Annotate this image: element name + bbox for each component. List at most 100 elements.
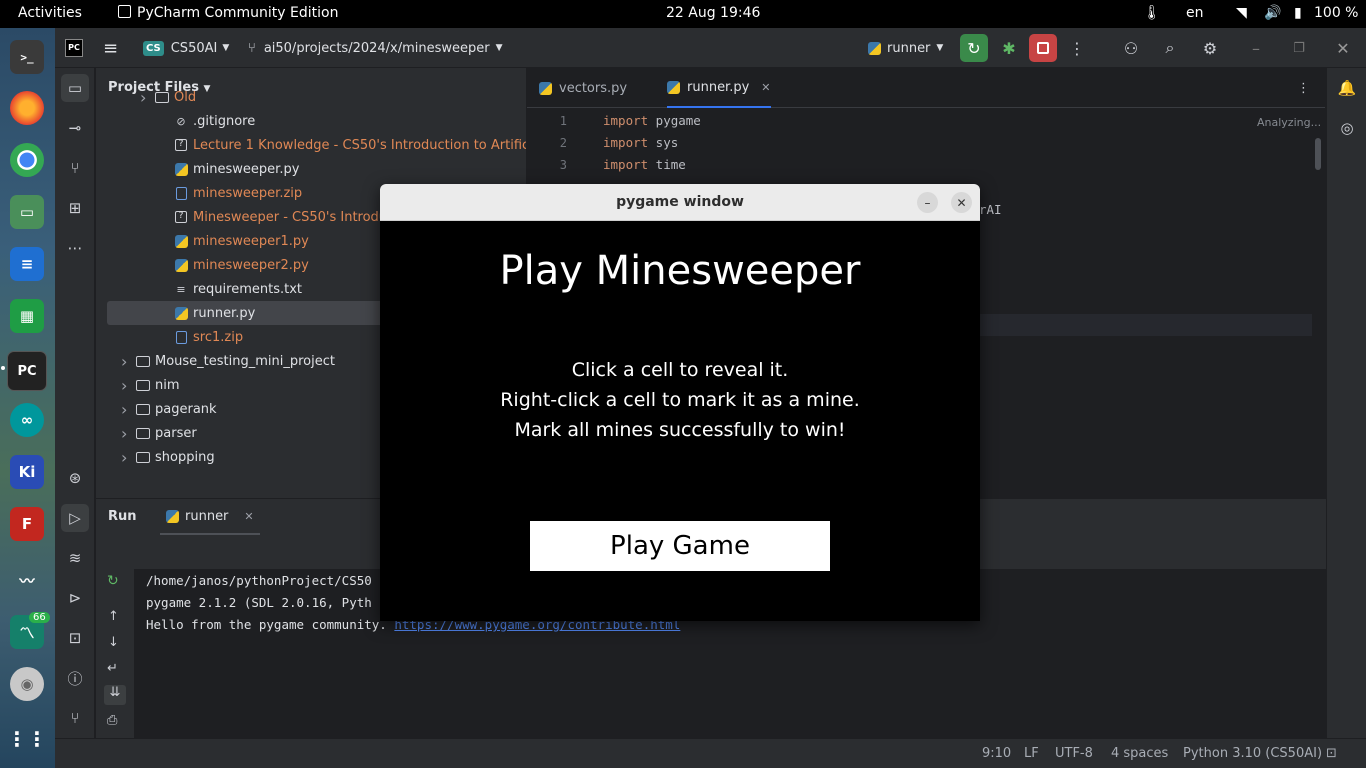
run-icon[interactable]: ▷: [61, 504, 89, 532]
minimize-icon[interactable]: –: [1242, 34, 1270, 62]
chevron-right-icon[interactable]: ›: [121, 352, 135, 371]
problems-icon[interactable]: ⓘ: [61, 664, 89, 692]
debug-icon[interactable]: ✱: [995, 34, 1023, 62]
python-icon: [667, 80, 680, 94]
activities-button[interactable]: Activities: [18, 5, 82, 21]
tree-file[interactable]: src1.zip: [159, 325, 243, 349]
chevron-right-icon[interactable]: ›: [121, 424, 135, 443]
battery-percent: 100 %: [1314, 5, 1359, 21]
caret-position[interactable]: 9:10: [982, 746, 1011, 761]
tree-file[interactable]: minesweeper1.py: [159, 229, 309, 253]
chromium-icon[interactable]: [10, 143, 44, 177]
close-tab-icon[interactable]: ✕: [244, 510, 253, 523]
more-actions-icon[interactable]: ⋮: [1063, 34, 1091, 62]
pygame-canvas[interactable]: Play Minesweeper Click a cell to reveal …: [380, 221, 980, 621]
disk-icon[interactable]: ◉: [10, 667, 44, 701]
firefox-icon[interactable]: [10, 91, 44, 125]
tab-options-icon[interactable]: ⋮: [1297, 68, 1310, 108]
lock-icon[interactable]: ⊡: [1326, 746, 1337, 761]
running-indicator: [1, 366, 5, 370]
system-monitor-icon[interactable]: 〰: [10, 563, 44, 597]
kicad-icon[interactable]: Ki: [10, 455, 44, 489]
chevron-right-icon[interactable]: ›: [121, 376, 135, 395]
rerun-icon[interactable]: ↻: [960, 34, 988, 62]
scroll-to-end-icon[interactable]: ⇊: [104, 685, 126, 705]
notifications-icon[interactable]: 🔔: [1333, 74, 1361, 102]
volume-icon[interactable]: 🔊: [1264, 5, 1281, 21]
wifi-icon[interactable]: ◥: [1236, 5, 1247, 21]
add-user-icon[interactable]: ⚇: [1117, 34, 1145, 62]
tree-file[interactable]: ? Lecture 1 Knowledge - CS50's Introducti…: [159, 133, 526, 157]
maximize-icon[interactable]: ❐: [1285, 34, 1313, 62]
battery-icon[interactable]: ▮: [1294, 5, 1302, 21]
tree-folder[interactable]: › nim: [121, 373, 180, 397]
tree-item-label: Mouse_testing_mini_project: [155, 353, 335, 369]
pycharm-icon[interactable]: PC: [7, 351, 47, 391]
scroll-up-icon[interactable]: ↑: [108, 609, 119, 624]
tree-file[interactable]: ≡ requirements.txt: [159, 277, 302, 301]
analyzing-status: Analyzing...: [1257, 116, 1322, 129]
calc-icon[interactable]: ▦: [10, 299, 44, 333]
tree-folder[interactable]: › shopping: [121, 445, 215, 469]
commit-icon[interactable]: ⊸: [61, 114, 89, 142]
editor-scrollbar[interactable]: [1315, 138, 1321, 170]
git-icon[interactable]: ⑂: [61, 704, 89, 732]
chevron-right-icon[interactable]: ›: [140, 88, 154, 107]
chevron-right-icon[interactable]: ›: [121, 448, 135, 467]
tree-folder[interactable]: › parser: [121, 421, 197, 445]
freecad-icon[interactable]: F: [10, 507, 44, 541]
tree-file[interactable]: minesweeper.zip: [159, 181, 302, 205]
soft-wrap-icon[interactable]: ↵: [107, 661, 118, 676]
tree-folder[interactable]: › Mouse_testing_mini_project: [121, 349, 335, 373]
pygame-titlebar[interactable]: pygame window – ✕: [380, 184, 980, 221]
indent-setting[interactable]: 4 spaces: [1111, 746, 1168, 761]
keyboard-language[interactable]: en: [1186, 5, 1204, 21]
ai-assistant-icon[interactable]: ◎: [1333, 114, 1361, 142]
terminal-icon[interactable]: >_: [10, 40, 44, 74]
vcs-branch-selector[interactable]: ⑂ ai50/projects/2024/x/minesweeper ▼: [248, 28, 503, 68]
run-config-selector[interactable]: runner ▼: [868, 28, 943, 68]
arduino-icon[interactable]: ∞: [10, 403, 44, 437]
print-icon[interactable]: ⎙: [107, 713, 117, 728]
scroll-down-icon[interactable]: ↓: [108, 635, 119, 650]
line-separator[interactable]: LF: [1024, 746, 1039, 761]
close-tab-icon[interactable]: ✕: [761, 81, 770, 94]
project-folder-icon[interactable]: ▭: [61, 74, 89, 102]
tab-vectors[interactable]: vectors.py: [539, 68, 627, 108]
chevron-right-icon[interactable]: ›: [121, 400, 135, 419]
tree-file[interactable]: ⊘ .gitignore: [159, 109, 255, 133]
app-menu[interactable]: PyCharm Community Edition: [118, 5, 338, 21]
file-encoding[interactable]: UTF-8: [1055, 746, 1093, 761]
minimize-icon[interactable]: –: [917, 192, 938, 213]
clock[interactable]: 22 Aug 19:46: [666, 5, 760, 21]
tree-folder[interactable]: › Old: [140, 85, 196, 109]
rerun-run-icon[interactable]: ↻: [107, 573, 119, 589]
tree-file[interactable]: minesweeper2.py: [159, 253, 309, 277]
python-packages-icon[interactable]: ⊛: [61, 464, 89, 492]
python-interpreter[interactable]: Python 3.10 (CS50AI): [1183, 746, 1322, 761]
thermometer-icon[interactable]: 🌡: [1143, 5, 1161, 21]
play-game-button[interactable]: Play Game: [530, 521, 830, 571]
pull-requests-icon[interactable]: ⑂: [61, 154, 89, 182]
settings-icon[interactable]: ⚙: [1196, 34, 1224, 62]
show-apps-icon[interactable]: ⋮⋮: [7, 722, 47, 756]
main-menu-icon[interactable]: ≡: [103, 28, 118, 68]
search-icon[interactable]: ⌕: [1156, 34, 1184, 62]
terminal-tool-icon[interactable]: ⊡: [61, 624, 89, 652]
run-tab[interactable]: runner ✕: [160, 499, 260, 535]
stop-icon[interactable]: [1029, 34, 1057, 62]
tree-file[interactable]: ? Minesweeper - CS50's Introduc: [159, 205, 394, 229]
structure-icon[interactable]: ⊞: [61, 194, 89, 222]
layers-icon[interactable]: ≋: [61, 544, 89, 572]
close-icon[interactable]: ✕: [951, 192, 972, 213]
more-tools-icon[interactable]: ⋯: [61, 234, 89, 262]
tab-runner[interactable]: runner.py ✕: [667, 68, 771, 108]
project-selector[interactable]: CS CS50AI ▼: [143, 28, 229, 68]
writer-icon[interactable]: ≡: [10, 247, 44, 281]
chevron-down-icon: ▼: [222, 43, 230, 53]
files-icon[interactable]: ▭: [10, 195, 44, 229]
tree-folder[interactable]: › pagerank: [121, 397, 217, 421]
tree-file[interactable]: minesweeper.py: [159, 157, 299, 181]
close-icon[interactable]: ✕: [1329, 34, 1357, 62]
services-icon[interactable]: ⊳: [61, 584, 89, 612]
